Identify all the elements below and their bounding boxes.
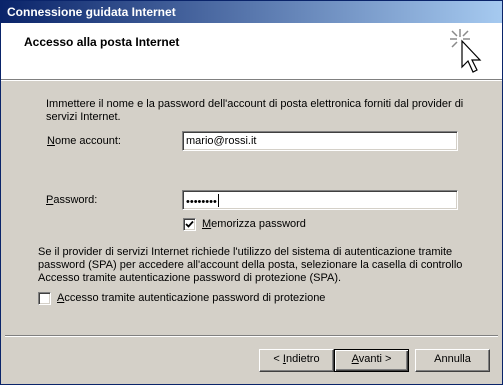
account-name-input[interactable]: mario@rossi.it <box>182 131 458 151</box>
wizard-cursor-sparkle-icon <box>450 29 482 73</box>
back-button[interactable]: < Indietro <box>259 349 334 372</box>
intro-text: Immettere il nome e la password dell'acc… <box>46 98 464 123</box>
footer-separator <box>5 335 498 337</box>
remember-password-checkbox[interactable] <box>183 218 196 231</box>
password-masked-value: •••••••• <box>186 196 217 208</box>
wizard-window: Connessione guidata Internet Accesso all… <box>0 0 503 385</box>
account-name-label: Nome account: <box>47 135 121 147</box>
account-name-value: mario@rossi.it <box>186 135 257 147</box>
remember-password-label[interactable]: Memorizza password <box>202 218 306 230</box>
password-label: Password: <box>46 194 98 206</box>
next-button[interactable]: Avanti > <box>334 349 409 372</box>
cancel-button[interactable]: Annulla <box>415 349 490 372</box>
spa-explanation-text: Se il provider di servizi Internet richi… <box>38 246 463 284</box>
spa-checkbox-label[interactable]: Accesso tramite autenticazione password … <box>57 292 325 304</box>
wizard-header: Accesso alla posta Internet <box>1 23 502 81</box>
page-title: Accesso alla posta Internet <box>24 35 180 49</box>
title-bar[interactable]: Connessione guidata Internet <box>1 1 502 23</box>
password-input[interactable]: •••••••• <box>182 190 458 210</box>
window-title: Connessione guidata Internet <box>7 5 176 19</box>
checkmark-icon <box>185 220 194 228</box>
text-caret <box>217 194 219 207</box>
spa-checkbox[interactable] <box>38 292 51 305</box>
